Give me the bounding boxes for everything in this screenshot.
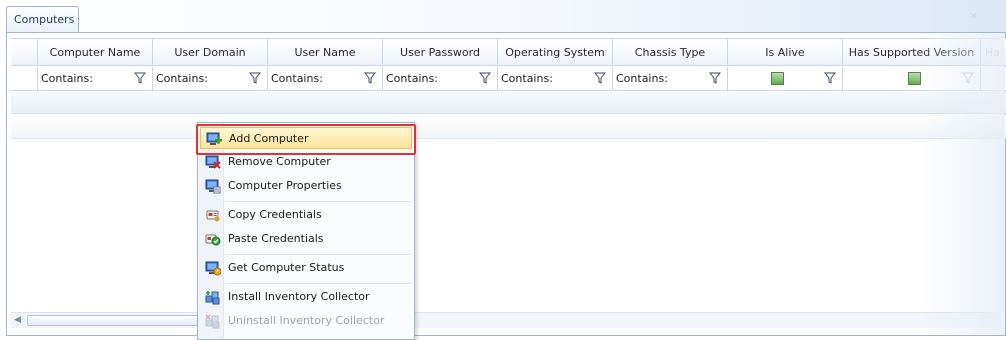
install-collector-icon xyxy=(205,291,220,305)
column-header-user-domain[interactable]: User Domain xyxy=(152,39,267,65)
filter-cell-user-domain[interactable]: Contains: xyxy=(152,67,267,90)
filter-funnel-icon[interactable] xyxy=(962,72,974,84)
column-header-operating-system[interactable]: Operating System xyxy=(497,39,612,65)
menu-item-paste-credentials[interactable]: Paste Credentials xyxy=(200,228,412,250)
filter-funnel-icon[interactable] xyxy=(134,72,146,84)
filter-cell-is-alive[interactable] xyxy=(727,67,842,90)
scroll-left-arrow-icon[interactable]: ◀ xyxy=(14,315,21,325)
filter-cell-chassis-type[interactable]: Contains: xyxy=(612,67,727,90)
row-indicator-header xyxy=(11,39,37,65)
column-header-truncated[interactable]: Ha xyxy=(980,39,1006,65)
filter-row-indicator xyxy=(11,67,37,90)
tab-label: Computers xyxy=(14,13,75,26)
filter-cell-computer-name[interactable]: Contains: xyxy=(37,67,152,90)
grid-header: Computer Name User Domain User Name User… xyxy=(11,38,1006,66)
filter-funnel-icon[interactable] xyxy=(479,72,491,84)
computer-properties-icon xyxy=(205,179,221,194)
tab-computers[interactable]: Computers xyxy=(6,6,79,33)
group-panel-row xyxy=(11,92,1006,114)
column-header-chassis-type[interactable]: Chassis Type xyxy=(612,39,727,65)
filter-funnel-icon[interactable] xyxy=(594,72,606,84)
filter-funnel-icon[interactable] xyxy=(824,72,836,84)
filter-row: Contains: Contains: Contains: Contains: … xyxy=(11,67,1006,91)
column-header-user-name[interactable]: User Name xyxy=(267,39,382,65)
paste-credentials-icon xyxy=(205,234,221,246)
menu-item-get-computer-status[interactable]: Get Computer Status xyxy=(200,257,412,279)
remove-computer-icon xyxy=(205,155,221,169)
supported-version-filter-checkbox[interactable] xyxy=(907,72,921,85)
filter-funnel-icon[interactable] xyxy=(249,72,261,84)
column-header-is-alive[interactable]: Is Alive xyxy=(727,39,842,65)
close-icon[interactable]: ✕ xyxy=(970,12,978,22)
filter-cell-has-supported-version[interactable] xyxy=(842,67,980,90)
computers-panel: Computer Name User Domain User Name User… xyxy=(6,32,1006,336)
menu-item-copy-credentials[interactable]: Copy Credentials xyxy=(200,204,412,226)
filter-cell-truncated xyxy=(980,67,1006,90)
filter-cell-operating-system[interactable]: Contains: xyxy=(497,67,612,90)
menu-item-install-inventory-collector[interactable]: Install Inventory Collector xyxy=(200,286,412,308)
is-alive-filter-checkbox[interactable] xyxy=(771,72,784,85)
filter-funnel-icon[interactable] xyxy=(364,72,376,84)
copy-credentials-icon xyxy=(206,210,220,222)
uninstall-collector-icon xyxy=(205,314,220,329)
menu-item-uninstall-inventory-collector[interactable]: Uninstall Inventory Collector xyxy=(200,310,412,332)
new-row-placeholder[interactable] xyxy=(11,115,1006,139)
menu-separator xyxy=(226,283,412,284)
filter-funnel-icon[interactable] xyxy=(709,72,721,84)
filter-cell-user-name[interactable]: Contains: xyxy=(267,67,382,90)
column-header-computer-name[interactable]: Computer Name xyxy=(37,39,152,65)
column-header-has-supported-version[interactable]: Has Supported Version xyxy=(842,39,980,65)
add-computer-callout-highlight xyxy=(196,124,416,155)
menu-separator xyxy=(226,201,412,202)
column-header-user-password[interactable]: User Password xyxy=(382,39,497,65)
horizontal-scrollbar[interactable]: ◀ xyxy=(11,312,1001,328)
menu-item-computer-properties[interactable]: Computer Properties xyxy=(200,175,412,197)
computer-status-icon xyxy=(205,261,221,276)
menu-separator xyxy=(226,254,412,255)
filter-cell-user-password[interactable]: Contains: xyxy=(382,67,497,90)
tab-strip: Computers ✕ xyxy=(0,0,1006,33)
